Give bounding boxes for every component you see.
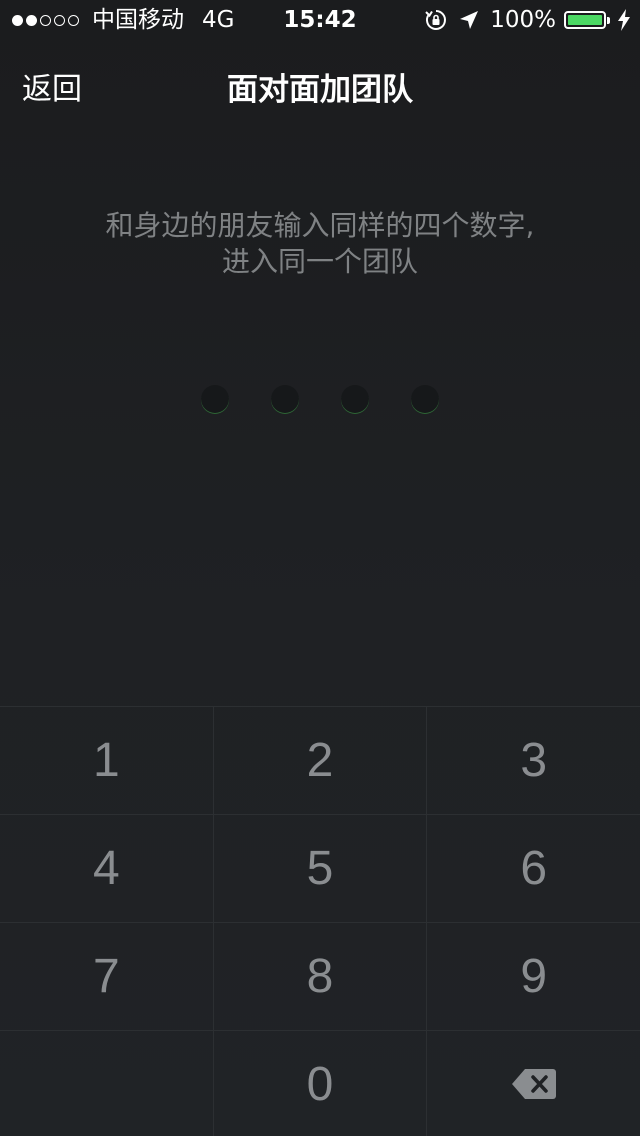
- keypad-row: 4 5 6: [0, 815, 640, 923]
- key-7[interactable]: 7: [0, 923, 214, 1030]
- battery-percent: 100%: [490, 7, 556, 33]
- number-keypad: 1 2 3 4 5 6 7 8 9 0: [0, 706, 640, 1136]
- keypad-row: 1 2 3: [0, 707, 640, 815]
- screen: 中国移动 4G 15:42 100% 返回 面对面加团队 和身边的朋友输入同样的…: [0, 0, 640, 1136]
- key-blank: [0, 1031, 214, 1136]
- key-6[interactable]: 6: [427, 815, 640, 922]
- pin-dot: [271, 385, 299, 413]
- page-title: 面对面加团队: [227, 72, 413, 108]
- key-4[interactable]: 4: [0, 815, 214, 922]
- key-8[interactable]: 8: [214, 923, 428, 1030]
- backspace-icon: [511, 1069, 556, 1099]
- battery-icon: [564, 11, 610, 29]
- battery-tip: [607, 17, 610, 24]
- keypad-row: 7 8 9: [0, 923, 640, 1031]
- nav-bar: 返回 面对面加团队: [0, 40, 640, 128]
- key-5[interactable]: 5: [214, 815, 428, 922]
- key-1[interactable]: 1: [0, 707, 214, 814]
- pin-dot: [411, 385, 439, 413]
- key-0[interactable]: 0: [214, 1031, 428, 1136]
- instruction-text: 和身边的朋友输入同样的四个数字, 进入同一个团队: [40, 208, 600, 280]
- pin-dot: [341, 385, 369, 413]
- location-arrow-icon: [458, 9, 480, 31]
- key-9[interactable]: 9: [427, 923, 640, 1030]
- rotation-lock-icon: [424, 8, 448, 32]
- charging-bolt-icon: [618, 9, 630, 31]
- battery-fill: [568, 15, 602, 25]
- keypad-row: 0: [0, 1031, 640, 1136]
- delete-button[interactable]: [427, 1031, 640, 1136]
- key-2[interactable]: 2: [214, 707, 428, 814]
- pin-indicator: [0, 385, 640, 413]
- key-3[interactable]: 3: [427, 707, 640, 814]
- instruction-line: 和身边的朋友输入同样的四个数字,: [105, 209, 535, 242]
- pin-dot: [201, 385, 229, 413]
- status-bar: 中国移动 4G 15:42 100%: [0, 0, 640, 40]
- instruction-line: 进入同一个团队: [221, 245, 418, 278]
- status-right: 100%: [414, 0, 630, 40]
